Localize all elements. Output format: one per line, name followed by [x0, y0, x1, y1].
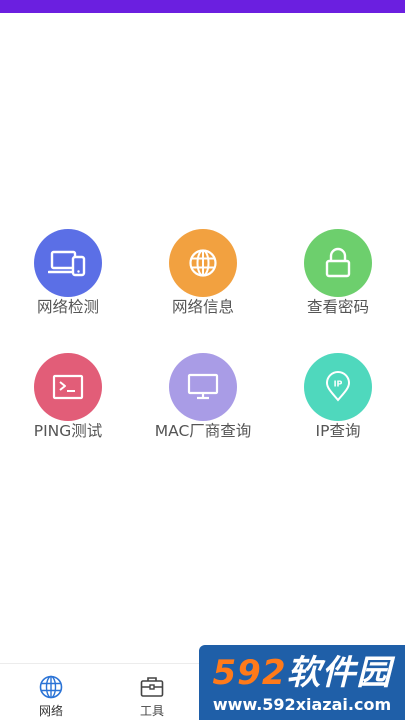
tool-label: 网络检测: [36, 298, 99, 316]
view-password-tool[interactable]: 查看密码: [278, 229, 398, 339]
watermark-logo: 592软件园 www.592xiazai.com: [199, 645, 405, 720]
watermark-title: 592软件园: [199, 653, 405, 693]
toolbox-icon: [140, 677, 164, 697]
tool-label: 查看密码: [306, 298, 369, 316]
terminal-icon: [34, 353, 102, 421]
mac-vendor-lookup-tool[interactable]: MAC厂商查询: [143, 353, 263, 463]
nav-tab-tools[interactable]: 工具: [112, 664, 192, 720]
globe-icon: [169, 229, 237, 297]
nav-tab-network[interactable]: 网络: [11, 664, 91, 720]
tool-label: 网络信息: [171, 298, 234, 316]
globe-icon: [39, 675, 63, 699]
tool-label: PING测试: [33, 422, 103, 440]
network-info-tool[interactable]: 网络信息: [143, 229, 263, 339]
lock-icon: [304, 229, 372, 297]
nav-label: 网络: [38, 704, 63, 718]
ip-lookup-tool[interactable]: IP IP查询: [278, 353, 398, 463]
watermark-number: 592: [212, 653, 287, 693]
tool-label: MAC厂商查询: [154, 422, 252, 440]
screen: 网络检测 网络信息 查看密码 PING测试 MAC厂商查询 IP IP查询 网络…: [0, 0, 405, 720]
status-bar: [0, 0, 405, 13]
device-icon: [34, 229, 102, 297]
tools-row-1: 网络检测 网络信息 查看密码: [0, 229, 405, 349]
svg-text:IP: IP: [334, 380, 343, 389]
monitor-icon: [169, 353, 237, 421]
tools-row-2: PING测试 MAC厂商查询 IP IP查询: [0, 353, 405, 473]
watermark-domain: www.592xiazai.com: [212, 695, 392, 714]
watermark-name: 软件园: [286, 653, 392, 693]
nav-label: 工具: [139, 704, 164, 718]
ip-pin-icon: IP: [304, 353, 372, 421]
tool-label: IP查询: [315, 422, 361, 440]
ping-test-tool[interactable]: PING测试: [8, 353, 128, 463]
network-check-tool[interactable]: 网络检测: [8, 229, 128, 339]
